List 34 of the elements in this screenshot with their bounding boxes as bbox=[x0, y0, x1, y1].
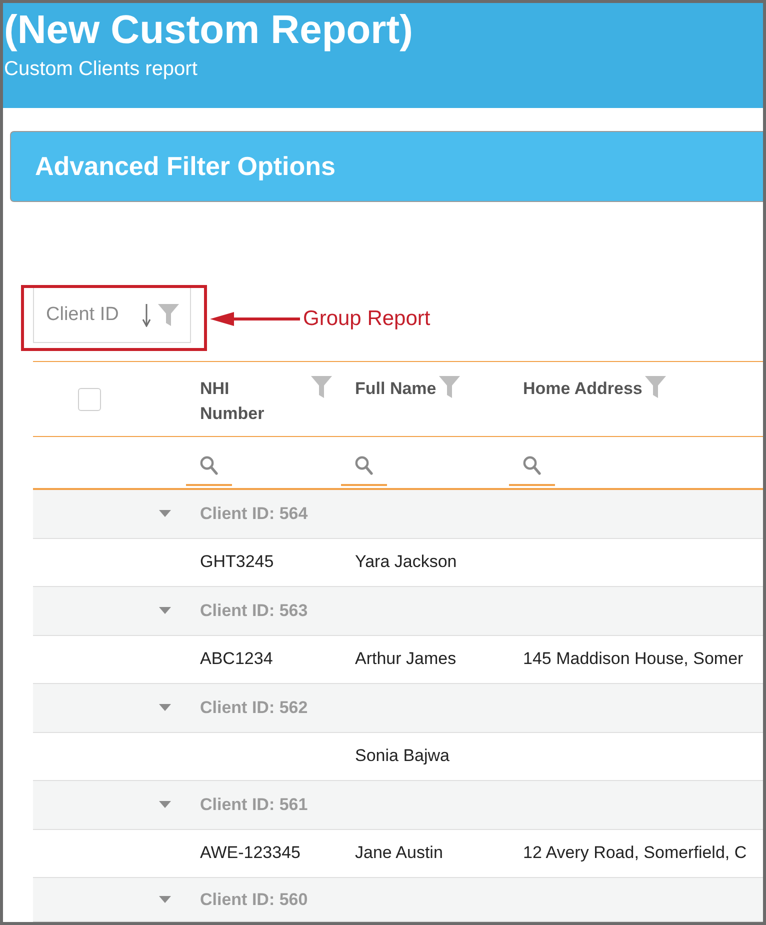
table-cell: GHT3245 bbox=[200, 552, 274, 572]
group-label: Client ID: 564 bbox=[200, 504, 308, 524]
group-label: Client ID: 561 bbox=[200, 794, 308, 815]
page-subtitle: Custom Clients report bbox=[4, 57, 198, 81]
sort-down-arrow-icon[interactable] bbox=[142, 304, 151, 326]
table-cell: AWE-123345 bbox=[200, 843, 300, 864]
page-title: (New Custom Report) bbox=[4, 7, 413, 53]
caret-icon[interactable] bbox=[159, 801, 171, 808]
caret-icon[interactable] bbox=[159, 896, 171, 903]
funnel-icon[interactable] bbox=[158, 304, 179, 326]
caret-icon[interactable] bbox=[159, 607, 171, 614]
column-header[interactable]: NHI Number bbox=[200, 376, 264, 426]
group-label: Client ID: 563 bbox=[200, 600, 308, 621]
table-cell: 145 Maddison House, Somer bbox=[523, 649, 744, 670]
table-cell: Sonia Bajwa bbox=[355, 746, 450, 766]
table-cell: Yara Jackson bbox=[355, 552, 457, 572]
caret-icon[interactable] bbox=[159, 704, 171, 712]
table-cell: 12 Avery Road, Somerfield, C bbox=[523, 843, 747, 864]
funnel-icon[interactable] bbox=[645, 376, 666, 398]
table-cell: Arthur James bbox=[355, 649, 456, 670]
funnel-icon[interactable] bbox=[311, 376, 332, 398]
search-icon bbox=[200, 456, 218, 476]
caret-icon[interactable] bbox=[159, 510, 171, 518]
table-cell: ABC1234 bbox=[200, 649, 273, 670]
search-icon bbox=[523, 456, 541, 476]
table-cell: Jane Austin bbox=[355, 843, 443, 864]
column-header[interactable]: Home Address bbox=[523, 376, 642, 401]
select-all-checkbox[interactable] bbox=[78, 388, 100, 410]
funnel-icon[interactable] bbox=[439, 376, 460, 398]
column-header[interactable]: Full Name bbox=[355, 376, 436, 401]
group-label: Client ID: 562 bbox=[200, 698, 308, 718]
annotation-label: Group Report bbox=[303, 306, 430, 332]
search-icon bbox=[355, 456, 373, 476]
group-label: Client ID: 560 bbox=[200, 890, 308, 910]
